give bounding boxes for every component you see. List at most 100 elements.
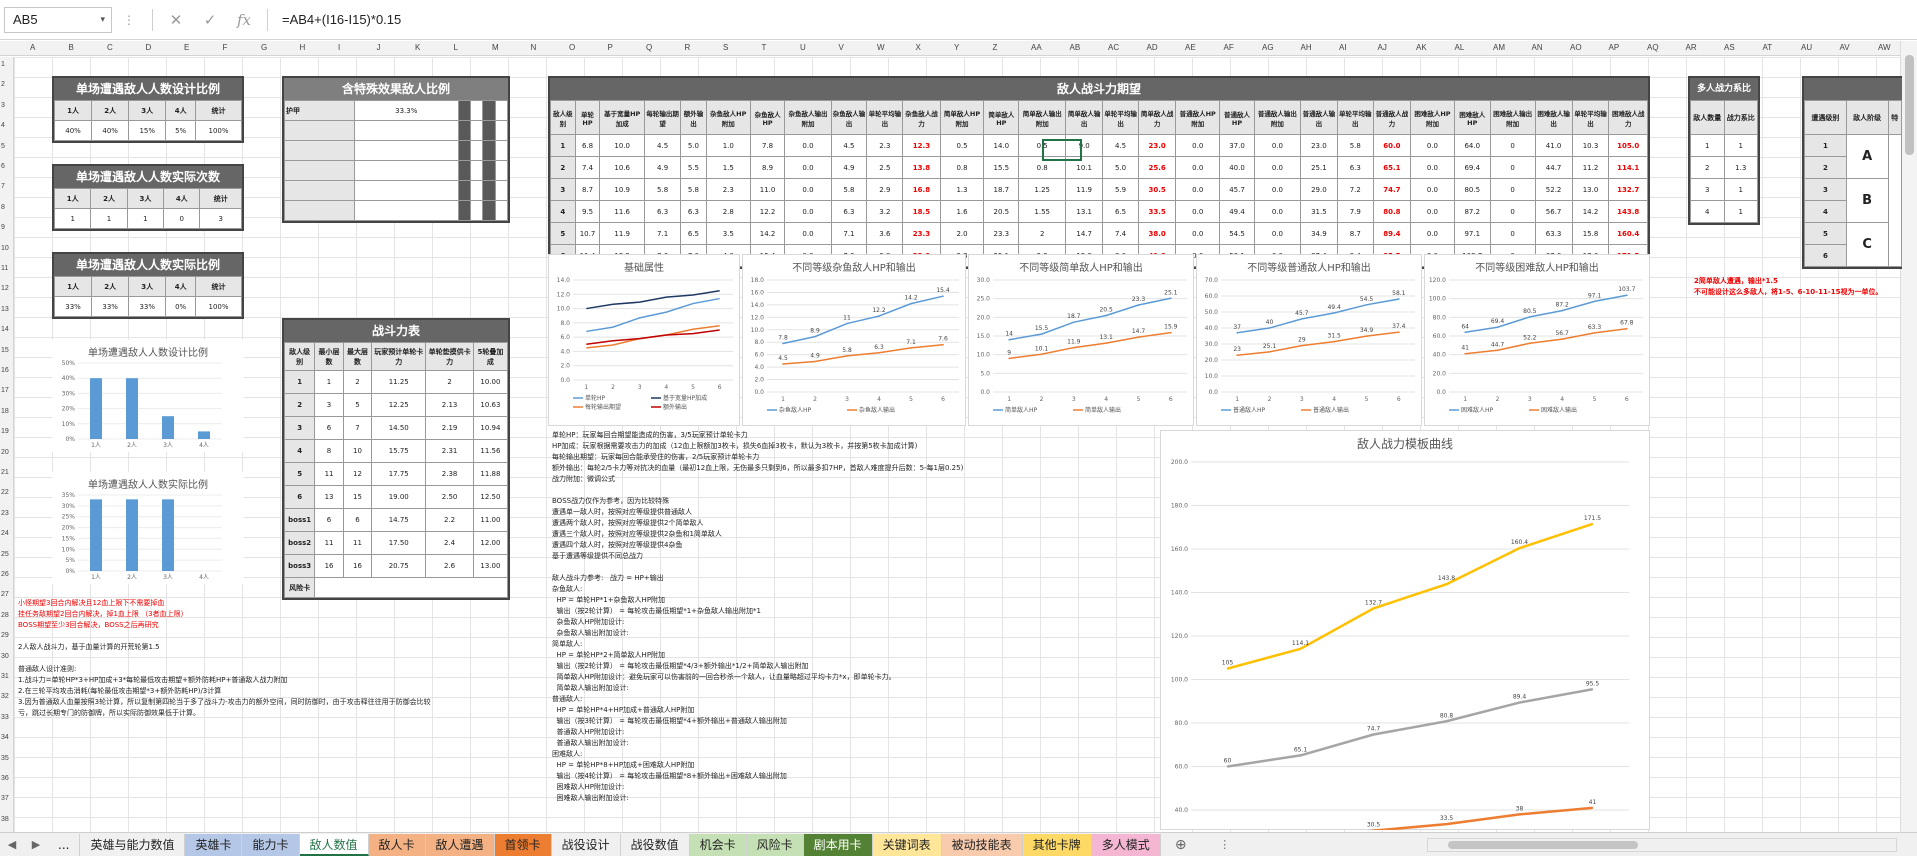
header-cell[interactable]: 简单敌人输出附加 [1018,100,1067,135]
column-header[interactable]: AI [1339,43,1347,52]
value-cell[interactable]: 4.5 [1102,134,1140,157]
header-cell[interactable]: 每轮输出期望 [644,100,682,135]
selected-cell[interactable] [1042,139,1082,161]
value-cell[interactable]: 0.0 [1253,222,1301,245]
value-cell[interactable]: 8.7 [574,178,601,201]
empty-cell[interactable] [353,180,459,201]
column-header[interactable]: AG [1262,43,1274,52]
value-cell[interactable]: 11.2 [1571,156,1610,179]
value-cell[interactable]: 6.8 [574,134,601,157]
sheet-tab[interactable]: 敌人数值 [299,833,369,856]
value-cell[interactable]: 5.0 [680,134,707,157]
header-cell[interactable]: 困难敌人战力 [1608,100,1648,135]
tier-cell[interactable]: B [1845,178,1889,223]
header-cell[interactable]: 敌人数量 [1690,100,1725,135]
value-cell[interactable]: 10.00 [472,370,509,394]
row-header[interactable]: 18 [1,408,9,415]
header-cell[interactable]: 最小层数 [314,342,344,371]
row-header[interactable]: 5 [1,143,5,150]
value-cell[interactable]: 33.5 [1138,200,1177,223]
value-cell[interactable]: 2 [1018,222,1067,245]
value-cell[interactable]: 40% [53,120,93,141]
header-cell[interactable]: 困难敌人HP附加 [1410,100,1455,135]
value-cell[interactable]: 12 [342,462,373,486]
row-header[interactable]: 4 [1,122,5,129]
dark-cell[interactable] [482,160,496,181]
value-cell[interactable]: 1.55 [1018,200,1067,223]
sheet-tab[interactable]: 英雄卡 [185,833,243,856]
empty-cell[interactable] [494,140,509,161]
column-header[interactable]: O [569,43,575,52]
value-cell[interactable]: 0.0 [1410,222,1455,245]
column-header[interactable]: AE [1185,43,1196,52]
value-cell[interactable]: 0.0 [784,156,832,179]
value-cell[interactable]: 6 [342,508,373,532]
header-cell[interactable]: 杂鱼敌人输出 [830,100,868,135]
value-cell[interactable]: 4.5 [830,134,868,157]
value-cell[interactable]: 1 [53,208,92,229]
dark-cell[interactable] [482,200,496,221]
value-cell[interactable]: 105.0 [1608,134,1648,157]
footer-cell[interactable]: 风险卡 [283,577,316,598]
sheet-tab[interactable]: 多人模式 [1091,833,1161,856]
column-header[interactable]: K [415,43,420,52]
value-cell[interactable]: 5.8 [680,178,707,201]
column-header[interactable]: AB [1070,43,1081,52]
column-header[interactable]: Q [646,43,652,52]
column-header[interactable]: AD [1147,43,1158,52]
value-cell[interactable]: 17.50 [371,531,427,555]
value-cell[interactable]: 0 [1489,156,1536,179]
column-header[interactable]: Y [954,43,959,52]
column-header[interactable]: X [916,43,921,52]
value-cell[interactable]: 160.4 [1608,222,1648,245]
header-cell[interactable]: 统计 [195,276,242,297]
header-cell[interactable]: 额外输出 [680,100,707,135]
column-header[interactable]: R [685,43,691,52]
level-cell[interactable]: 1 [283,370,316,394]
header-cell[interactable]: 2人 [90,188,128,209]
column-header[interactable]: U [800,43,806,52]
value-cell[interactable]: 18.5 [902,200,941,223]
sheet-tab[interactable]: 战役设计 [551,833,621,856]
value-cell[interactable]: 0.0 [1253,178,1301,201]
row-header[interactable]: 31 [1,673,9,680]
value-cell[interactable]: 1 [90,208,128,229]
value-cell[interactable]: 132.7 [1608,178,1648,201]
header-cell[interactable]: 2人 [91,276,130,297]
row-header[interactable]: 8 [1,204,5,211]
chart-actual-ratio[interactable]: 单场遭遇敌人人数实际比例 0% 5% 10% 15% 20% 25% 30% 35% 1人 2人 3人… [52,472,244,584]
value-cell[interactable]: 2.50 [425,485,474,509]
header-cell[interactable]: 特 [1887,100,1902,135]
value-cell[interactable]: 7.2 [1336,178,1374,201]
column-header[interactable]: AC [1108,43,1119,52]
header-cell[interactable]: 战力系比 [1723,100,1758,135]
value-cell[interactable]: 13.00 [472,554,509,578]
column-header[interactable]: B [69,43,74,52]
column-header[interactable]: J [377,43,381,52]
value-cell[interactable]: 0.8 [939,156,985,179]
row-header[interactable]: 36 [1,775,9,782]
value-cell[interactable]: 5.5 [680,156,707,179]
value-cell[interactable]: 0.0 [784,134,832,157]
value-cell[interactable]: 2.4 [425,531,474,555]
value-cell[interactable]: 13.1 [1065,200,1104,223]
value-cell[interactable]: 10.94 [472,416,509,440]
value-cell[interactable]: 7.1 [830,222,868,245]
level-cell[interactable]: 1 [550,134,576,157]
value-cell[interactable]: 19.00 [371,485,427,509]
value-cell[interactable]: 10.63 [472,393,509,417]
header-cell[interactable]: 简单敌人HP [983,100,1020,135]
value-cell[interactable]: 5.8 [830,178,868,201]
value-cell[interactable]: 13.8 [902,156,941,179]
value-cell[interactable]: 14.2 [749,222,786,245]
level-cell[interactable]: 2 [550,156,576,179]
value-cell[interactable]: 13 [314,485,344,509]
column-header[interactable]: AO [1570,43,1582,52]
row-header[interactable]: 14 [1,326,9,333]
value-cell[interactable]: 41.0 [1534,134,1573,157]
value-cell[interactable]: 12.2 [749,200,786,223]
header-cell[interactable]: 普通敌人HP附加 [1175,100,1221,135]
value-cell[interactable]: 1.25 [1018,178,1067,201]
value-cell[interactable]: 63.3 [1534,222,1573,245]
row-header[interactable]: 38 [1,816,9,823]
